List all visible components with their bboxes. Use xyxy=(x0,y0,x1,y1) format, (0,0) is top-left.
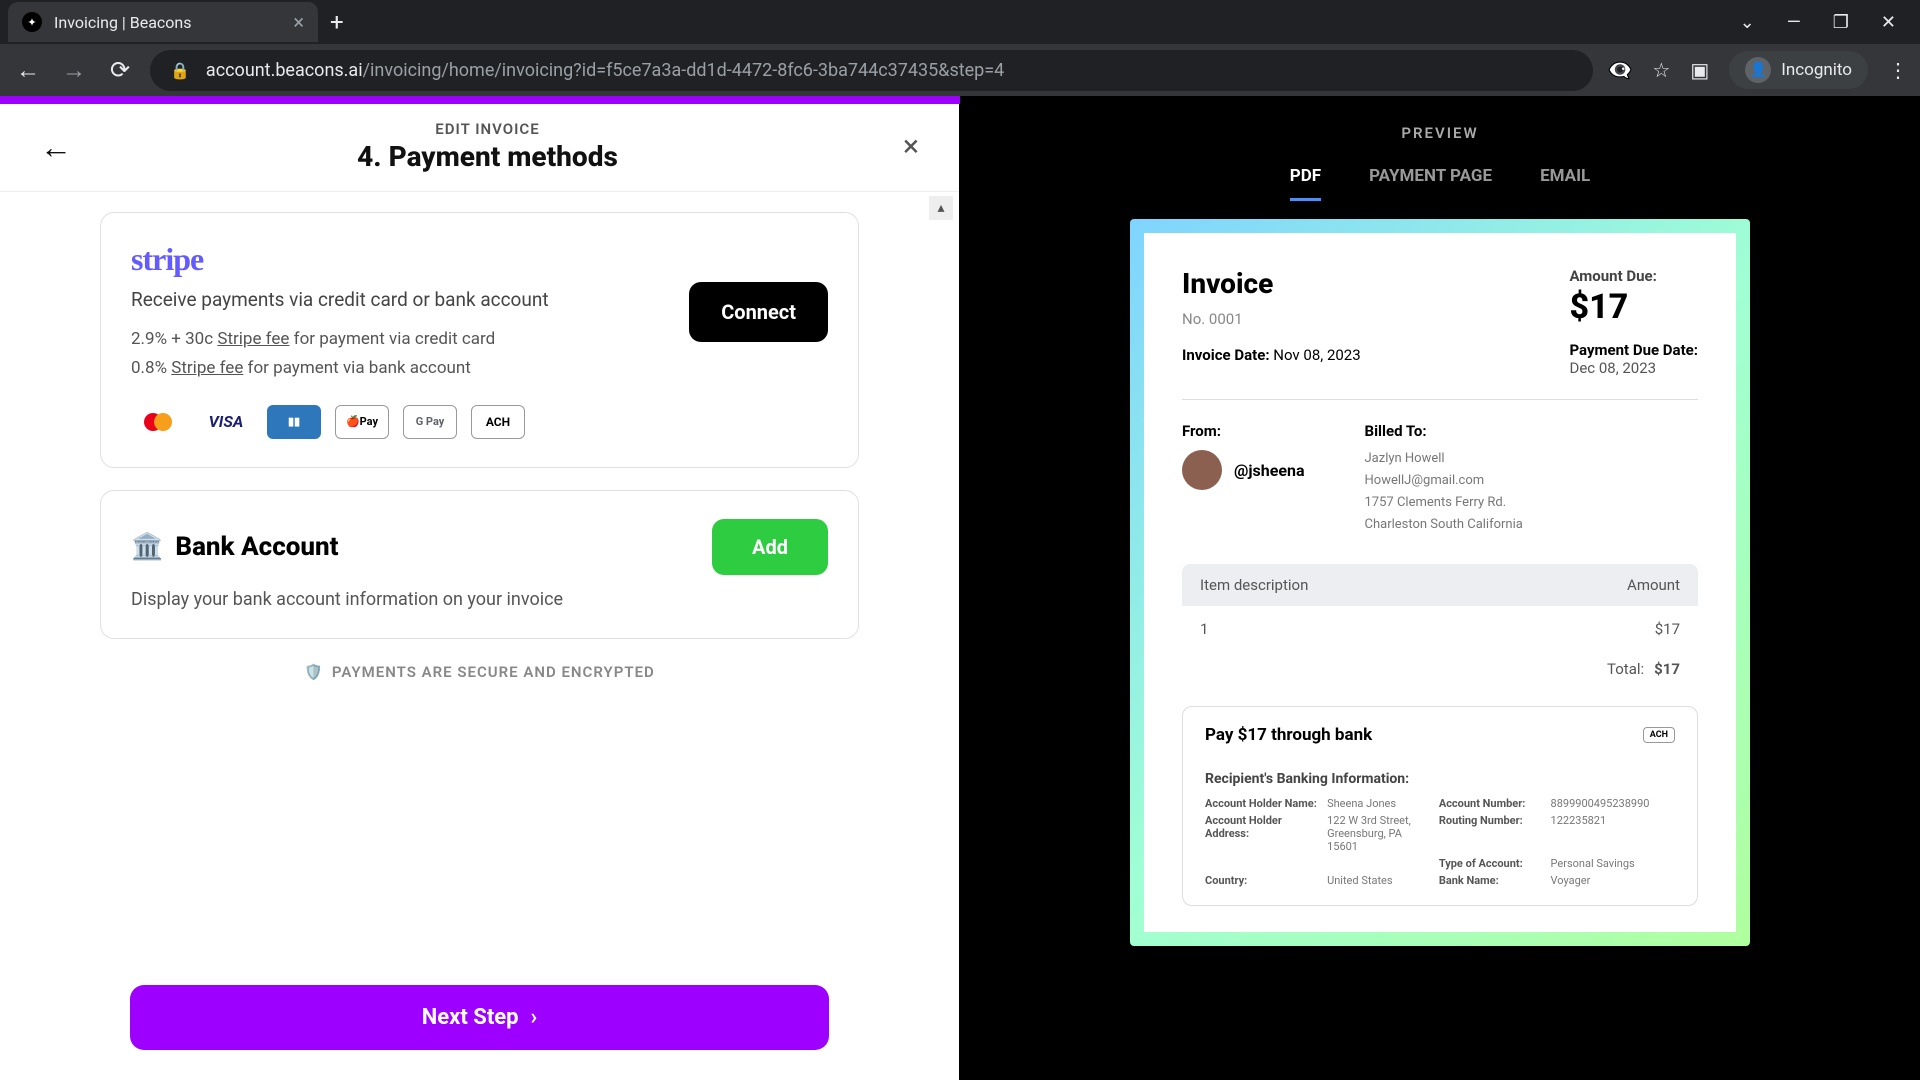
lock-icon: 🔒 xyxy=(170,61,190,80)
stripe-fee-link[interactable]: Stripe fee xyxy=(217,329,289,349)
payment-due-label: Payment Due Date: xyxy=(1569,341,1698,359)
window-minimize-icon[interactable]: ― xyxy=(1787,12,1801,33)
chevron-down-icon[interactable]: ⌄ xyxy=(1740,12,1755,33)
invoice-title: Invoice xyxy=(1182,267,1361,300)
stripe-fee-link-2[interactable]: Stripe fee xyxy=(171,358,243,378)
ach-icon: ACH xyxy=(471,405,525,439)
ach-badge: ACH xyxy=(1643,727,1675,743)
incognito-label: Incognito xyxy=(1781,60,1852,80)
billed-to-details: Jazlyn Howell HowellJ@gmail.com 1757 Cle… xyxy=(1365,448,1523,536)
tab-email[interactable]: EMAIL xyxy=(1540,166,1590,201)
google-pay-icon: G Pay xyxy=(403,405,457,439)
bank-account-description: Display your bank account information on… xyxy=(131,589,828,610)
wizard-progress-bar xyxy=(0,96,960,104)
scroll-up-icon[interactable]: ▴ xyxy=(929,196,953,220)
apple-pay-icon: 🍎Pay xyxy=(335,405,389,439)
browser-tab[interactable]: ✦ Invoicing | Beacons × xyxy=(8,2,318,42)
add-bank-button[interactable]: Add xyxy=(712,519,828,575)
address-bar[interactable]: 🔒 account.beacons.ai/invoicing/home/invo… xyxy=(150,50,1593,91)
bank-pay-title: Pay $17 through bank xyxy=(1205,725,1372,745)
th-amount: Amount xyxy=(1627,576,1680,594)
connect-stripe-button[interactable]: Connect xyxy=(689,282,828,342)
th-description: Item description xyxy=(1200,576,1627,594)
invoice-preview: Invoice No. 0001 Invoice Date: Nov 08, 2… xyxy=(1130,219,1750,946)
stripe-card: stripe Receive payments via credit card … xyxy=(100,212,859,468)
install-app-icon[interactable]: ▣ xyxy=(1690,58,1709,82)
nav-forward-button: → xyxy=(58,56,90,85)
from-label: From: xyxy=(1182,422,1305,440)
next-step-label: Next Step xyxy=(422,1005,519,1030)
secure-notice: 🛡️ PAYMENTS ARE SECURE AND ENCRYPTED xyxy=(100,663,859,681)
invoice-date: Invoice Date: Nov 08, 2023 xyxy=(1182,346,1361,364)
invoice-number: No. 0001 xyxy=(1182,310,1361,328)
billed-to-label: Billed To: xyxy=(1365,422,1523,440)
incognito-indicator[interactable]: 👤 Incognito xyxy=(1729,51,1868,89)
amount-due-label: Amount Due: xyxy=(1569,267,1698,285)
invoice-total: Total:$17 xyxy=(1182,652,1698,686)
bank-account-card: 🏛️ Bank Account Add Display your bank ac… xyxy=(100,490,859,639)
bank-pay-box: Pay $17 through bank ACH Recipient's Ban… xyxy=(1182,706,1698,906)
page-title: 4. Payment methods xyxy=(72,140,903,173)
nav-back-button[interactable]: ← xyxy=(12,56,44,85)
payment-methods-scroll[interactable]: ▴ stripe Receive payments via credit car… xyxy=(0,192,959,965)
kebab-menu-icon[interactable]: ⋮ xyxy=(1888,58,1908,82)
tab-favicon-icon: ✦ xyxy=(22,12,42,32)
visa-icon: VISA xyxy=(199,405,253,439)
close-icon[interactable]: × xyxy=(903,129,919,164)
stripe-description: Receive payments via credit card or bank… xyxy=(131,288,549,311)
back-arrow-icon[interactable]: ← xyxy=(40,128,72,166)
new-tab-button[interactable]: + xyxy=(330,8,344,36)
stripe-logo: stripe xyxy=(131,241,549,278)
incognito-icon: 👤 xyxy=(1745,57,1771,83)
from-handle: @jsheena xyxy=(1234,461,1305,480)
chevron-right-icon: › xyxy=(531,1005,538,1030)
bank-info-heading: Recipient's Banking Information: xyxy=(1205,771,1675,787)
tab-close-icon[interactable]: × xyxy=(293,10,304,34)
mastercard-icon xyxy=(131,405,185,439)
bank-icon: 🏛️ xyxy=(131,532,163,562)
amount-due-value: $17 xyxy=(1569,287,1698,327)
next-step-button[interactable]: Next Step › xyxy=(130,985,829,1050)
nav-reload-button[interactable]: ⟳ xyxy=(104,56,136,84)
breadcrumb: EDIT INVOICE xyxy=(72,120,903,138)
bank-info-grid: Account Holder Name: Sheena Jones Accoun… xyxy=(1205,797,1675,887)
window-close-icon[interactable]: ✕ xyxy=(1881,12,1896,33)
window-restore-icon[interactable]: ❐ xyxy=(1833,12,1849,33)
tab-pdf[interactable]: PDF xyxy=(1290,166,1321,201)
bookmark-star-icon[interactable]: ☆ xyxy=(1652,58,1670,82)
url-text: account.beacons.ai/invoicing/home/invoic… xyxy=(206,60,1004,81)
eye-off-icon[interactable]: 👁‍🗨 xyxy=(1607,58,1632,82)
shield-icon: 🛡️ xyxy=(304,663,324,681)
tab-payment-page[interactable]: PAYMENT PAGE xyxy=(1369,166,1492,201)
avatar xyxy=(1182,450,1222,490)
bank-account-title: Bank Account xyxy=(175,532,338,562)
payment-due-value: Dec 08, 2023 xyxy=(1569,359,1698,377)
amex-icon: ▮▮ xyxy=(267,405,321,439)
table-row: 1 $17 xyxy=(1182,606,1698,652)
tab-title: Invoicing | Beacons xyxy=(54,13,293,32)
preview-label: PREVIEW xyxy=(1401,124,1478,142)
stripe-fees: 2.9% + 30c Stripe fee for payment via cr… xyxy=(131,325,549,383)
